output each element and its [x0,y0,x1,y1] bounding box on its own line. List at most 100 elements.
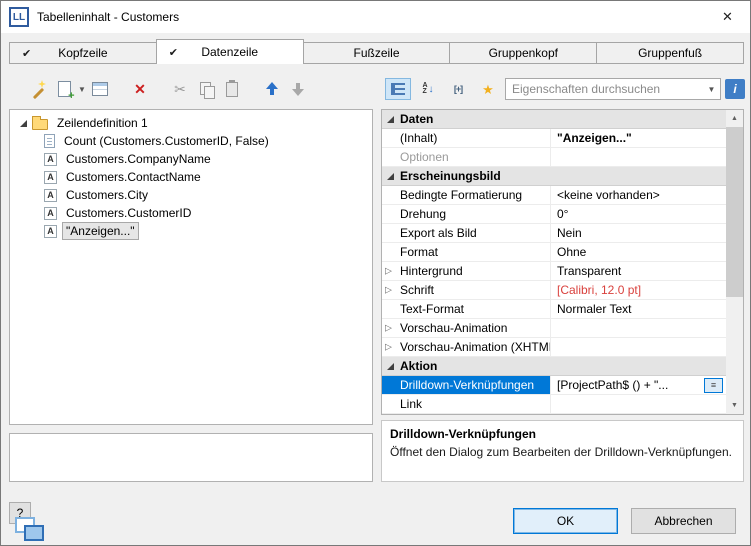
property-value[interactable]: Nein [557,226,582,240]
property-row-format[interactable]: Format Ohne [382,243,726,262]
property-value[interactable]: "Anzeigen..." [557,131,632,145]
tree-item-selected[interactable]: A "Anzeigen..." [10,222,372,240]
sort-arrow-icon: ↓ [429,84,434,95]
text-field-icon: A [44,189,57,202]
property-row-vorschau-animation[interactable]: ▷ Vorschau-Animation [382,319,726,338]
favorites-button[interactable]: ★ [475,78,501,100]
property-value[interactable]: Transparent [557,264,621,278]
cut-button[interactable]: ✂ [167,78,193,100]
property-label: Vorschau-Animation (XHTML) [400,340,550,354]
tab-label: Gruppenkopf [489,46,558,60]
window-layers-icon[interactable] [15,517,51,543]
new-line-dropdown-icon[interactable]: ▼ [77,85,87,94]
tree-item[interactable]: A Customers.City [10,186,372,204]
tab-label: Kopfzeile [58,46,107,60]
description-text: Öffnet den Dialog zum Bearbeiten der Dri… [390,445,735,459]
move-down-button[interactable] [285,78,311,100]
info-icon[interactable]: i [725,79,745,99]
property-value[interactable]: Ohne [557,245,586,259]
property-label: Vorschau-Animation [400,321,507,335]
section-title: Daten [400,112,433,126]
property-row-hintergrund[interactable]: ▷ Hintergrund Transparent [382,262,726,281]
section-aktion[interactable]: Aktion [382,357,726,376]
sort-button[interactable]: A Z ↓ [415,78,441,100]
description-title: Drilldown-Verknüpfungen [390,427,735,441]
copy-button[interactable] [193,78,219,100]
arrow-down-icon [292,82,304,96]
delete-button[interactable]: ✕ [127,78,153,100]
scrollbar-down-icon[interactable]: ▼ [726,397,743,414]
property-value[interactable]: 0° [557,207,568,221]
text-field-icon: A [44,225,57,238]
tab-datenzeile[interactable]: ✔ Datenzeile [156,39,304,64]
app-logo-icon: LL [9,7,29,27]
tree-item[interactable]: Count (Customers.CustomerID, False) [10,132,372,150]
property-row-vorschau-animation-xhtml[interactable]: ▷ Vorschau-Animation (XHTML) [382,338,726,357]
property-value[interactable]: Normaler Text [557,302,631,316]
property-row-schrift[interactable]: ▷ Schrift [Calibri, 12.0 pt] [382,281,726,300]
tree-item-label: Customers.CustomerID [62,204,195,222]
tree-expander-icon[interactable] [20,120,27,127]
tab-kopfzeile[interactable]: ✔ Kopfzeile [9,42,157,64]
edit-lines-icon: ≡ [711,380,716,390]
tab-label: Fußzeile [353,46,399,60]
cancel-button[interactable]: Abbrechen [631,508,736,534]
tab-gruppenkopf[interactable]: Gruppenkopf [449,42,597,64]
collapse-triangle-icon [387,363,394,370]
line-definition-tree: Zeilendefinition 1 Count (Customers.Cust… [9,109,373,425]
tree-item[interactable]: A Customers.ContactName [10,168,372,186]
tab-fusszeile[interactable]: Fußzeile [303,42,451,64]
move-up-button[interactable] [259,78,285,100]
tree-item-label: "Anzeigen..." [62,222,139,240]
expand-arrow-icon[interactable]: ▷ [385,342,392,353]
tree-item-label: Customers.CompanyName [62,150,215,168]
edit-drilldown-button[interactable]: ≡ [704,378,723,393]
insert-table-button[interactable] [87,78,113,100]
tree-item-label: Customers.City [62,186,152,204]
tree-root-label: Zeilendefinition 1 [53,114,152,132]
wizard-button[interactable] [25,78,51,100]
section-erscheinungsbild[interactable]: Erscheinungsbild [382,167,726,186]
property-row-text-format[interactable]: Text-Format Normaler Text [382,300,726,319]
tree-root-row[interactable]: Zeilendefinition 1 [10,114,372,132]
categorized-icon [391,83,405,95]
tab-strip: ✔ Kopfzeile ✔ Datenzeile Fußzeile Gruppe… [9,39,744,64]
section-daten[interactable]: Daten [382,110,726,129]
property-label: Optionen [400,150,449,164]
property-row-drilldown-verknuepfungen[interactable]: Drilldown-Verknüpfungen [ProjectPath$ ()… [382,376,726,395]
tab-gruppenfuss[interactable]: Gruppenfuß [596,42,744,64]
search-dropdown-icon[interactable]: ▼ [703,79,720,99]
tree-item[interactable]: A Customers.CompanyName [10,150,372,168]
property-row-link[interactable]: Link [382,395,726,414]
dialog-tabelleninhalt: LL Tabelleninhalt - Customers ✕ ✔ Kopfze… [0,0,751,546]
property-row-inhalt[interactable]: (Inhalt) "Anzeigen..." [382,129,726,148]
property-value[interactable]: [ProjectPath$ () + "... [557,378,668,392]
paste-button[interactable] [219,78,245,100]
arrow-up-icon [266,82,278,96]
grid-scrollbar[interactable]: ▲ ▼ [726,110,743,414]
expand-all-button[interactable]: [+] [445,78,471,100]
text-field-icon: A [44,207,57,220]
property-value[interactable]: <keine vorhanden> [557,188,660,202]
close-icon[interactable]: ✕ [705,1,750,33]
property-row-bedingte-formatierung[interactable]: Bedingte Formatierung <keine vorhanden> [382,186,726,205]
property-row-drehung[interactable]: Drehung 0° [382,205,726,224]
property-value[interactable]: [Calibri, 12.0 pt] [557,283,641,297]
property-row-export-als-bild[interactable]: Export als Bild Nein [382,224,726,243]
expand-arrow-icon[interactable]: ▷ [385,323,392,334]
tree-item[interactable]: A Customers.CustomerID [10,204,372,222]
new-document-icon [58,81,71,97]
scrollbar-up-icon[interactable]: ▲ [726,110,743,127]
property-grid-rows: Daten (Inhalt) "Anzeigen..." Optionen Er… [382,110,726,414]
tab-label: Datenzeile [201,45,258,59]
new-line-button[interactable] [51,78,77,100]
expand-arrow-icon[interactable]: ▷ [385,266,392,277]
ok-button[interactable]: OK [513,508,618,534]
property-row-optionen[interactable]: Optionen [382,148,726,167]
scrollbar-thumb[interactable] [726,127,743,297]
categorized-view-button[interactable] [385,78,411,100]
magic-wand-icon [29,80,47,98]
search-input[interactable] [506,82,703,96]
expand-arrow-icon[interactable]: ▷ [385,285,392,296]
property-label: Hintergrund [400,264,463,278]
